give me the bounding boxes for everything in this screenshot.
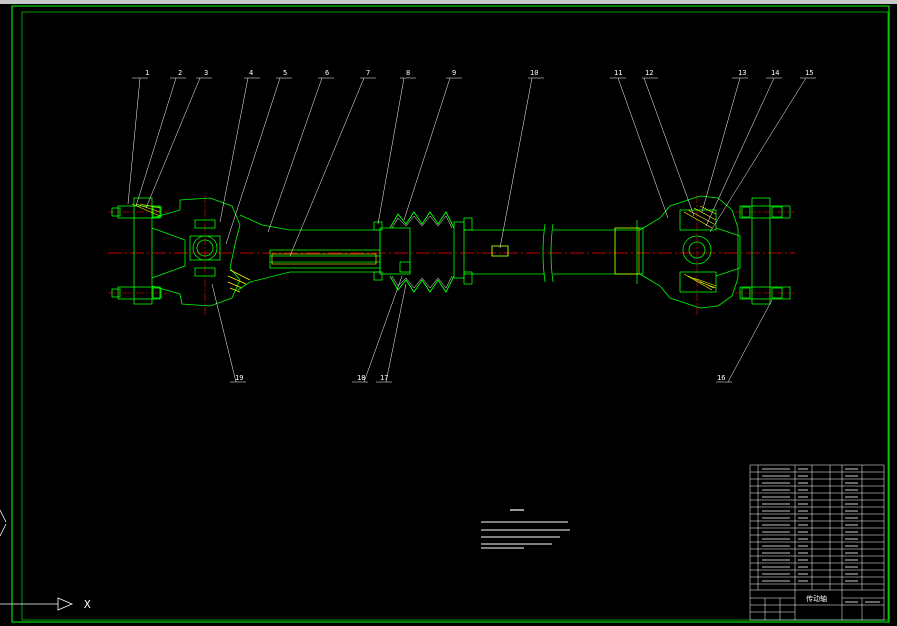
callout-4: 4 — [249, 69, 253, 77]
ucs-x-label: X — [84, 598, 91, 611]
callout-11: 11 — [614, 69, 622, 77]
callout-5: 5 — [283, 69, 287, 77]
callout-13: 13 — [738, 69, 746, 77]
hatch-right-yoke-bottom — [683, 273, 717, 291]
technical-notes — [481, 509, 570, 549]
callout-12: 12 — [645, 69, 653, 77]
left-flange-assembly — [111, 197, 241, 307]
title-block-name: 传动轴 — [806, 594, 827, 603]
callout-15: 15 — [805, 69, 813, 77]
callout-6: 6 — [325, 69, 329, 77]
shaft-tube — [453, 217, 644, 285]
right-yoke-assembly — [639, 195, 741, 309]
spline-highlight — [271, 253, 377, 265]
callout-2: 2 — [178, 69, 182, 77]
callout-labels: 1 2 3 4 5 6 7 8 9 10 11 12 13 14 15 16 1… — [145, 69, 813, 382]
hatch-right-yoke-top — [683, 205, 717, 229]
bom-row-marks — [762, 468, 880, 603]
callout-17: 17 — [380, 374, 388, 382]
outer-frame — [11, 5, 890, 623]
callout-14: 14 — [771, 69, 779, 77]
callout-8: 8 — [406, 69, 410, 77]
callout-9: 9 — [452, 69, 456, 77]
callout-3: 3 — [204, 69, 208, 77]
callout-19: 19 — [235, 374, 243, 382]
callout-1: 1 — [145, 69, 149, 77]
cad-drawing-canvas[interactable]: 1 2 3 4 5 6 7 8 9 10 11 12 13 14 15 16 1… — [0, 0, 897, 626]
callout-7: 7 — [366, 69, 370, 77]
callout-18: 18 — [357, 374, 365, 382]
callout-16: 16 — [717, 374, 725, 382]
ucs-icon — [0, 509, 74, 611]
hatch-left-yoke — [227, 269, 251, 293]
right-flange — [739, 197, 791, 305]
weld-ring — [614, 227, 640, 275]
left-shaft — [237, 214, 411, 291]
callout-10: 10 — [530, 69, 538, 77]
